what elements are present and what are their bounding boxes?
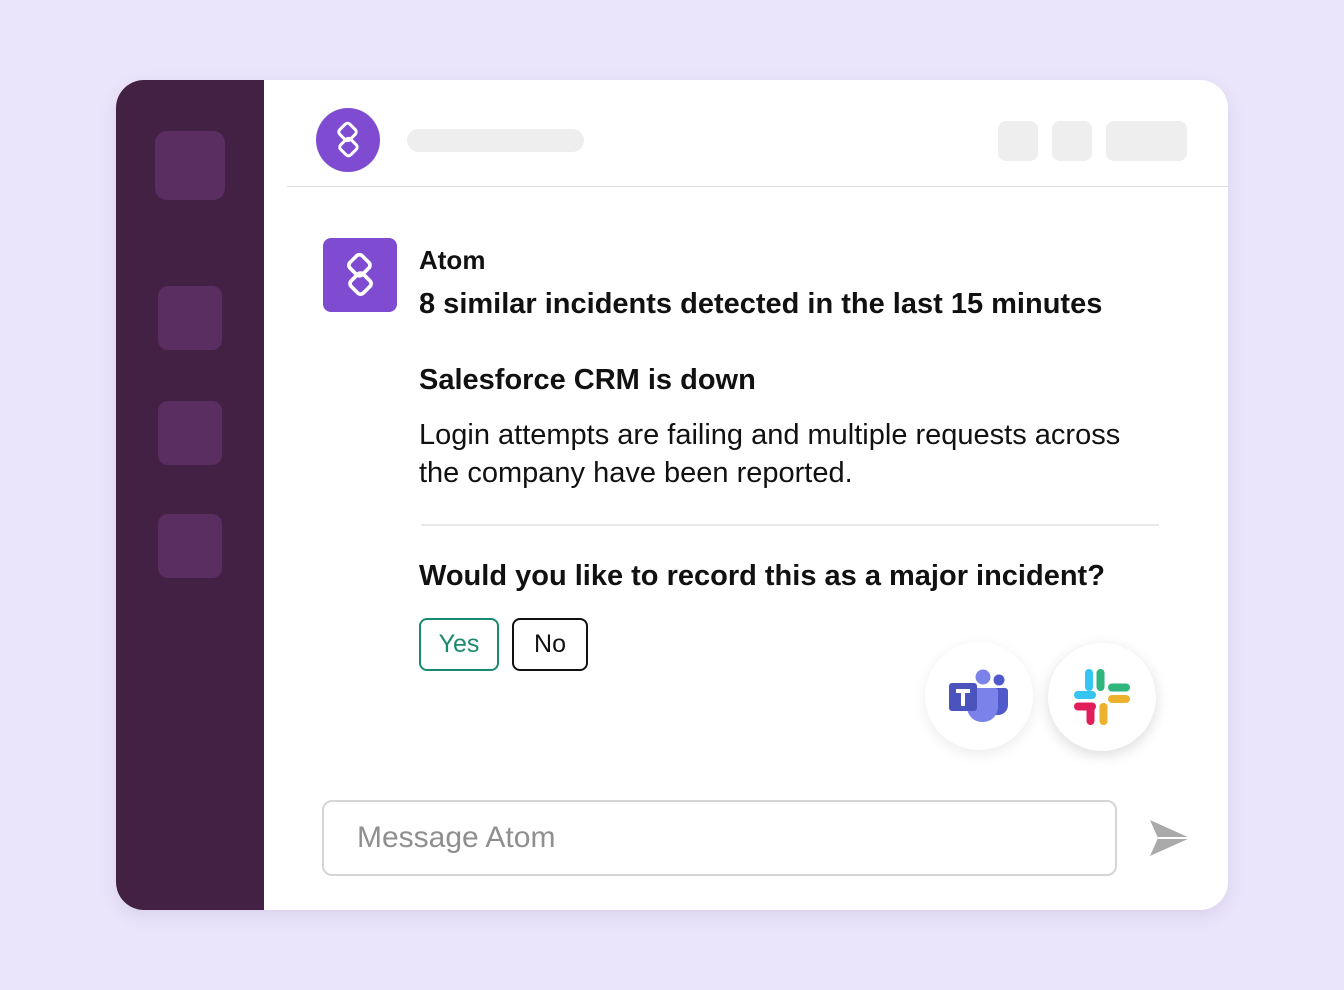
header-divider — [287, 186, 1228, 187]
sidebar — [116, 80, 264, 910]
main-panel: Atom 8 similar incidents detected in the… — [264, 80, 1228, 910]
yes-button[interactable]: Yes — [419, 618, 499, 671]
message-input[interactable] — [322, 800, 1117, 876]
sidebar-workspace-tile[interactable] — [155, 131, 225, 200]
incident-title: Salesforce CRM is down — [419, 364, 756, 396]
sidebar-nav-tile[interactable] — [158, 401, 222, 465]
atom-logo-icon — [337, 121, 359, 158]
message-headline: 8 similar incidents detected in the last… — [419, 288, 1103, 320]
sender-avatar[interactable] — [323, 238, 397, 312]
header-action-button[interactable] — [1052, 121, 1092, 161]
header-action-button[interactable] — [1106, 121, 1187, 161]
header-title-placeholder — [407, 129, 584, 152]
sender-name: Atom — [419, 245, 486, 275]
sidebar-nav-tile[interactable] — [158, 514, 222, 578]
no-button[interactable]: No — [512, 618, 588, 671]
send-icon[interactable] — [1148, 816, 1192, 860]
microsoft-teams-button[interactable] — [925, 642, 1033, 750]
header-action-button[interactable] — [998, 121, 1038, 161]
sidebar-nav-tile[interactable] — [158, 286, 222, 350]
slack-button[interactable] — [1048, 643, 1156, 751]
incident-question: Would you like to record this as a major… — [419, 560, 1105, 592]
atom-logo-icon — [347, 252, 373, 296]
message-divider — [421, 524, 1159, 526]
atom-header-avatar[interactable] — [316, 108, 380, 172]
chat-window: Atom 8 similar incidents detected in the… — [116, 80, 1228, 910]
incident-description: Login attempts are failing and multiple … — [419, 419, 1121, 489]
slack-icon — [1074, 669, 1130, 725]
microsoft-teams-icon — [949, 669, 1008, 722]
